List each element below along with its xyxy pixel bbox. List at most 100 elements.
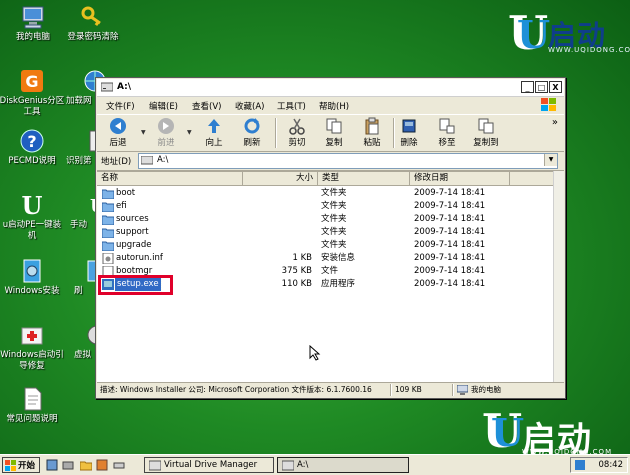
status-divider (452, 384, 454, 396)
explorer-window: A:\ _ □ X 文件(F) 编辑(E) 查看(V) 收藏(A) 工具(T) … (95, 77, 566, 399)
toolbar-overflow-button[interactable]: » (552, 117, 558, 128)
address-bar: 地址(D) A:\ ▼ (97, 151, 564, 171)
brand-u-glyph-inner: U (491, 410, 525, 455)
file-type: 应用程序 (321, 279, 356, 289)
brand-logo-bottom: U U 启动 WWW.UQIDONG.COM (482, 408, 611, 460)
status-description: 描述: Windows Installer 公司: Microsoft Corp… (100, 385, 372, 394)
settings-file-icon (102, 253, 114, 264)
menu-favorites[interactable]: 收藏(A) (235, 100, 264, 112)
vertical-scrollbar[interactable] (553, 171, 564, 382)
back-dropdown-icon[interactable]: ▼ (141, 129, 146, 136)
status-divider (390, 384, 392, 396)
start-button[interactable]: 开始 (2, 457, 40, 473)
folder-icon (102, 241, 114, 251)
desktop: 我的电脑 登录密码清除 G DiskGenius分区工具 加载网 ? PECMD… (0, 0, 630, 475)
refresh-button[interactable]: 刷新 (233, 117, 271, 148)
column-type[interactable]: 类型 (318, 172, 410, 185)
tray-icon[interactable] (575, 460, 585, 470)
quick-launch-icon[interactable] (96, 459, 108, 471)
menu-tools[interactable]: 工具(T) (277, 100, 306, 112)
desktop-icon-faq[interactable]: 常见问题说明 (0, 386, 72, 425)
menu-file[interactable]: 文件(F) (106, 100, 135, 112)
menu-bar: 文件(F) 编辑(E) 查看(V) 收藏(A) 工具(T) 帮助(H) (97, 97, 564, 113)
file-type: 文件夹 (321, 227, 347, 237)
cut-button[interactable]: 剪切 (278, 117, 316, 148)
drive-icon (141, 156, 153, 165)
status-bar: 描述: Windows Installer 公司: Microsoft Corp… (97, 382, 564, 397)
help-icon: ? (19, 128, 45, 154)
copy-to-button[interactable]: 复制到 (467, 117, 505, 148)
forward-label: 前进 (157, 138, 175, 148)
svg-text:G: G (25, 72, 38, 91)
folder-icon (102, 189, 114, 199)
file-modified: 2009-7-14 18:41 (414, 240, 486, 250)
menu-help[interactable]: 帮助(H) (319, 100, 349, 112)
delete-button[interactable]: 删除 (390, 117, 428, 148)
up-button[interactable]: 向上 (195, 117, 233, 148)
task-label: Virtual Drive Manager (164, 460, 258, 470)
paste-button[interactable]: 粘贴 (353, 117, 391, 148)
column-modified[interactable]: 修改日期 (410, 172, 510, 185)
maximize-button[interactable]: □ (535, 81, 548, 93)
file-modified: 2009-7-14 18:41 (414, 227, 486, 237)
file-size: 110 KB (281, 279, 312, 289)
back-label: 后退 (109, 138, 127, 148)
folder-icon (102, 228, 114, 238)
taskbar-item-explorer[interactable]: A:\ (277, 457, 409, 473)
up-arrow-icon (208, 119, 220, 133)
file-modified: 2009-7-14 18:41 (414, 188, 486, 198)
back-button[interactable]: 后退 (99, 117, 137, 148)
forward-arrow-icon (158, 118, 174, 134)
file-modified: 2009-7-14 18:41 (414, 279, 486, 289)
file-row[interactable]: upgrade 文件夹 2009-7-14 18:41 (97, 239, 497, 252)
clock[interactable]: 08:42 (599, 460, 624, 470)
file-row[interactable]: boot 文件夹 2009-7-14 18:41 (97, 187, 497, 200)
highlight-box (98, 275, 173, 295)
up-label: 向上 (205, 138, 223, 148)
file-modified: 2009-7-14 18:41 (414, 266, 486, 276)
file-row[interactable]: sources 文件夹 2009-7-14 18:41 (97, 213, 497, 226)
toolbar-separator (275, 118, 277, 148)
windows-logo-icon (541, 98, 556, 111)
copy-button[interactable]: 复制 (315, 117, 353, 148)
address-dropdown-icon[interactable]: ▼ (544, 154, 557, 166)
folder-icon (102, 202, 114, 212)
forward-button[interactable]: 前进 (147, 117, 185, 148)
paste-label: 粘贴 (363, 138, 381, 148)
file-row[interactable]: support 文件夹 2009-7-14 18:41 (97, 226, 497, 239)
close-button[interactable]: X (549, 81, 562, 93)
first-aid-icon (19, 322, 45, 348)
install-disc-icon (19, 258, 45, 284)
file-modified: 2009-7-14 18:41 (414, 253, 486, 263)
file-row[interactable]: efi 文件夹 2009-7-14 18:41 (97, 200, 497, 213)
forward-dropdown-icon[interactable]: ▼ (187, 129, 192, 136)
brand-url: WWW.UQIDONG.COM (548, 46, 630, 54)
title-bar[interactable]: A:\ _ □ X (97, 79, 564, 97)
minimize-button[interactable]: _ (521, 81, 534, 93)
delete-label: 删除 (400, 138, 418, 148)
quick-launch-icon[interactable] (46, 459, 58, 471)
file-row[interactable]: autorun.inf 1 KB 安装信息 2009-7-14 18:41 (97, 252, 497, 265)
key-icon (80, 4, 106, 30)
column-name[interactable]: 名称 (97, 172, 243, 185)
menu-edit[interactable]: 编辑(E) (149, 100, 178, 112)
column-size[interactable]: 大小 (243, 172, 318, 185)
computer-icon (20, 4, 46, 30)
file-type: 文件夹 (321, 214, 347, 224)
folder-icon (102, 215, 114, 225)
quick-launch-icon[interactable] (113, 459, 125, 471)
menu-view[interactable]: 查看(V) (192, 100, 221, 112)
virtual-drive-icon (149, 460, 161, 471)
desktop-icon-label: Windows启动引导修复 (0, 350, 64, 371)
file-name: autorun.inf (116, 253, 163, 263)
desktop-icon-password-clear[interactable]: 登录密码清除 (53, 4, 133, 43)
address-input[interactable]: A:\ ▼ (138, 153, 558, 169)
quick-launch-icon[interactable] (80, 459, 92, 471)
file-modified: 2009-7-14 18:41 (414, 201, 486, 211)
quick-launch-icon[interactable] (62, 459, 74, 471)
move-to-button[interactable]: 移至 (428, 117, 466, 148)
file-size: 375 KB (281, 266, 312, 276)
taskbar-item-virtual-drive-manager[interactable]: Virtual Drive Manager (144, 457, 274, 473)
window-title: A:\ (117, 82, 132, 92)
mouse-cursor-icon (309, 345, 321, 361)
